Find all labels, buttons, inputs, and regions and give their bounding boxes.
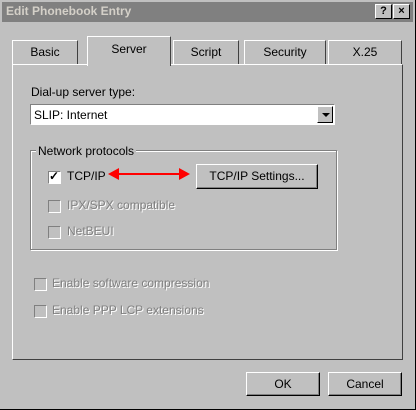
- server-type-label: Dial-up server type:: [31, 85, 136, 99]
- cancel-button[interactable]: Cancel: [328, 372, 402, 396]
- tcpip-checkbox[interactable]: ✓: [48, 169, 61, 184]
- checkmark-icon: ✓: [49, 169, 60, 183]
- tab-security[interactable]: Security: [244, 40, 326, 64]
- chevron-down-icon[interactable]: [317, 106, 333, 123]
- tab-server[interactable]: Server: [87, 36, 171, 66]
- tab-x25-label: X.25: [352, 45, 378, 59]
- network-protocols-label: Network protocols: [36, 144, 137, 158]
- ok-button[interactable]: OK: [246, 372, 320, 396]
- tab-basic[interactable]: Basic: [12, 40, 78, 64]
- tab-script[interactable]: Script: [173, 40, 239, 64]
- ppp-lcp-label: Enable PPP LCP extensions: [52, 303, 204, 317]
- tcpip-settings-button[interactable]: TCP/IP Settings...: [196, 164, 318, 189]
- tcpip-label: TCP/IP: [67, 169, 106, 183]
- server-type-value: SLIP: Internet: [34, 108, 108, 122]
- ppp-lcp-checkbox[interactable]: [34, 305, 47, 318]
- netbeui-checkbox[interactable]: [48, 226, 61, 239]
- tab-x25[interactable]: X.25: [328, 40, 402, 64]
- help-button[interactable]: ?: [375, 4, 392, 19]
- close-button[interactable]: ×: [393, 4, 410, 19]
- dialog-window: Edit Phonebook Entry ? × Basic Server Sc…: [0, 0, 416, 410]
- tab-security-label: Security: [263, 45, 307, 59]
- title-bar[interactable]: Edit Phonebook Entry ? ×: [2, 2, 413, 22]
- software-compression-checkbox[interactable]: [34, 278, 47, 291]
- server-type-select[interactable]: SLIP: Internet: [30, 104, 335, 125]
- tab-basic-label: Basic: [30, 45, 60, 59]
- ipxspx-label: IPX/SPX compatible: [67, 198, 176, 212]
- software-compression-label: Enable software compression: [52, 276, 210, 290]
- netbeui-label: NetBEUI: [67, 224, 114, 238]
- window-title: Edit Phonebook Entry: [6, 4, 132, 18]
- tab-script-label: Script: [190, 45, 222, 59]
- ipxspx-checkbox[interactable]: [48, 200, 61, 213]
- double-arrow-icon: [108, 168, 190, 180]
- tab-server-label: Server: [111, 42, 147, 56]
